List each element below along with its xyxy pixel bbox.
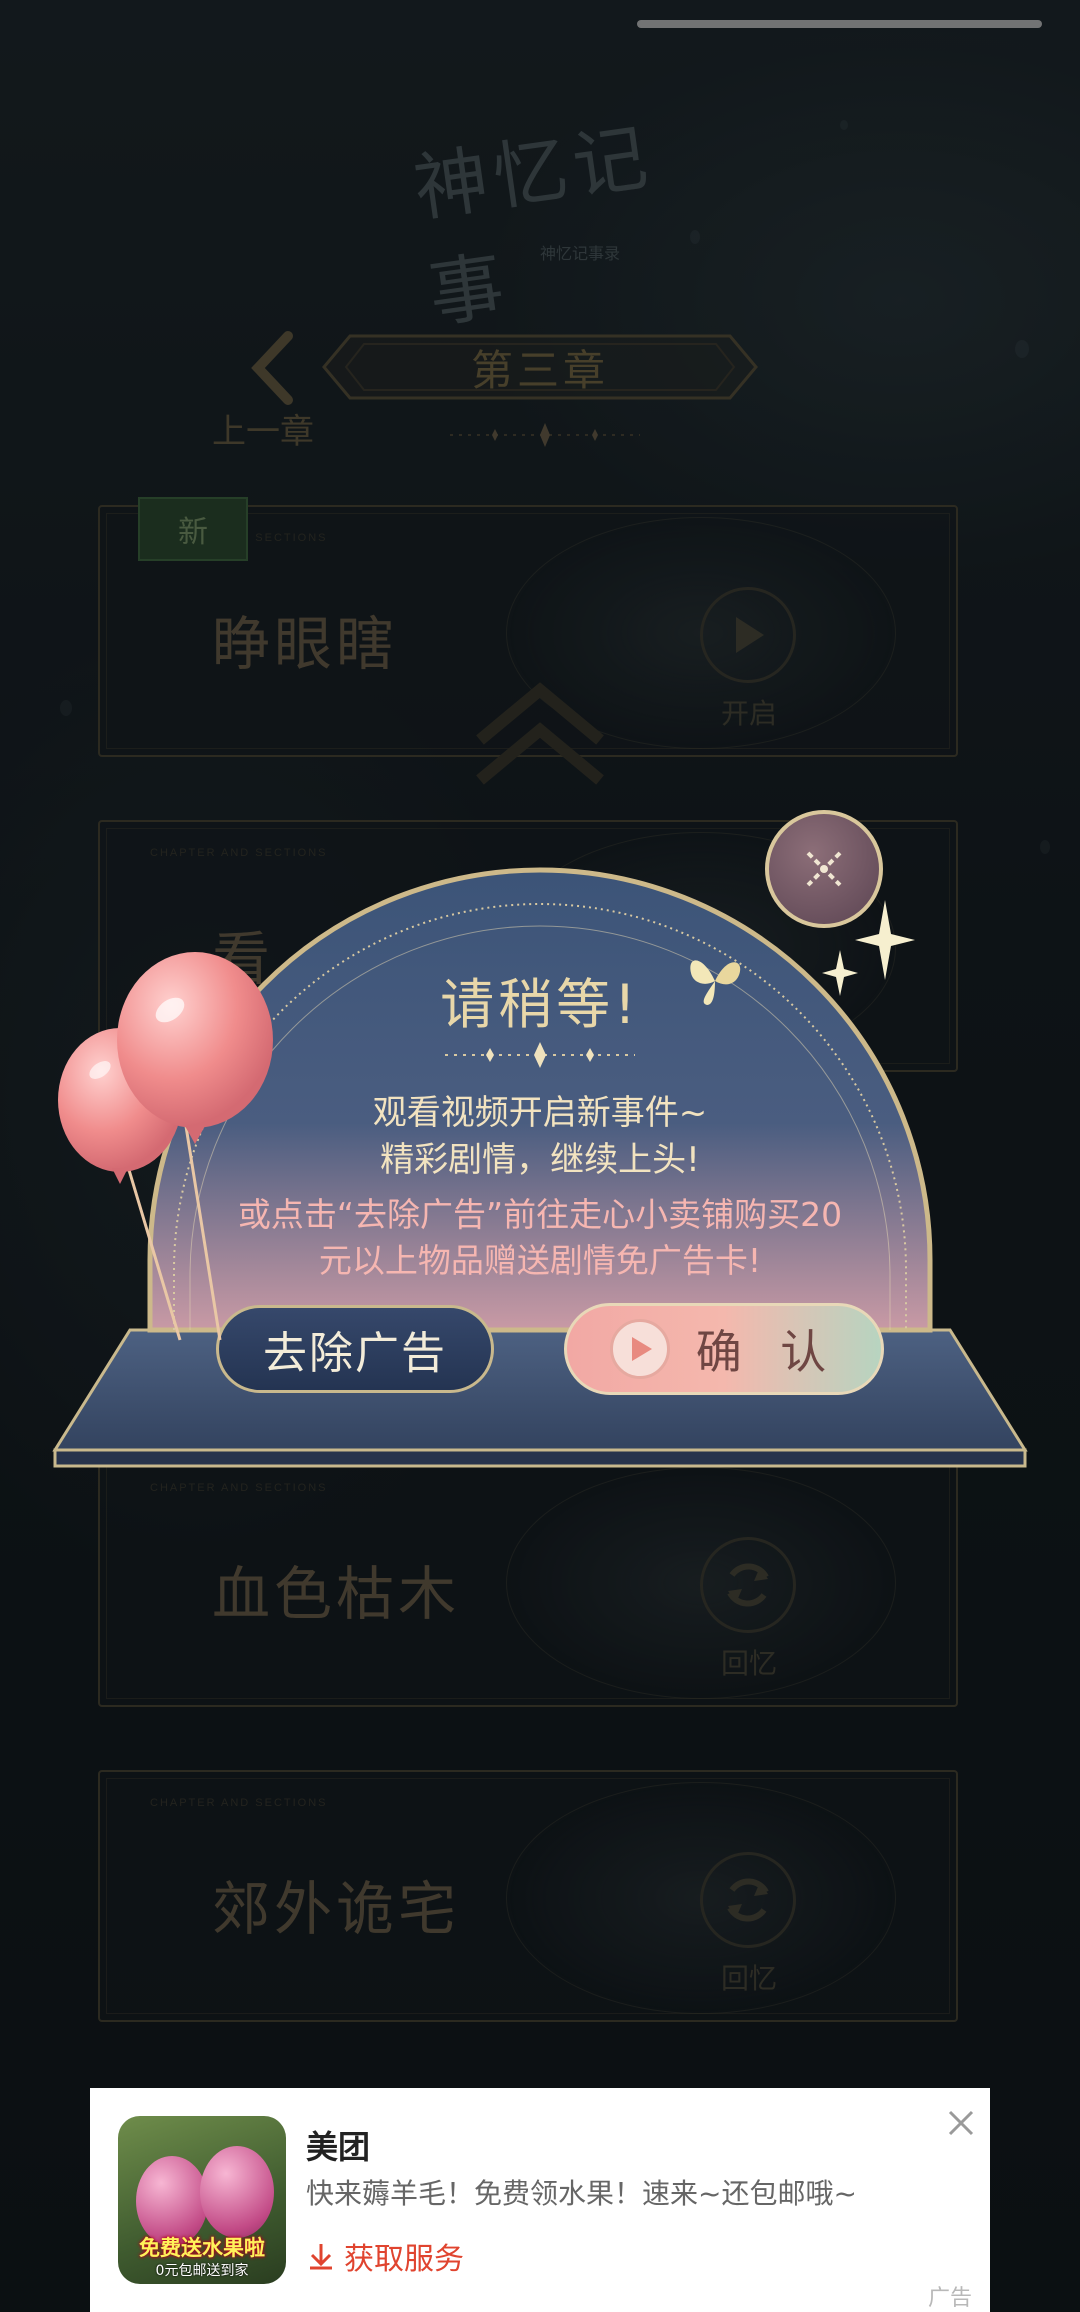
sparkle-icon [822,950,858,996]
ad-banner[interactable]: 免费送水果啦 0元包邮送到家 美团 快来薅羊毛！免费领水果！速来~还包邮哦~ 获… [90,2088,990,2312]
ad-cta-button[interactable]: 获取服务 [306,2234,464,2278]
ad-brand: 美团 [306,2128,371,2166]
download-icon [310,2244,332,2270]
close-icon [806,851,842,887]
divider-ornament [445,1042,635,1068]
ad-thumbnail-subtitle: 0元包邮送到家 [155,2263,249,2279]
ad-description: 快来薅羊毛！免费领水果！速来~还包邮哦~ [306,2177,857,2210]
ad-thumbnail-title: 免费送水果啦 [139,2236,265,2260]
fruit-image [200,2146,274,2238]
balloons-decoration [58,952,273,1341]
play-icon [609,1319,670,1379]
ad-cta-label: 获取服务 [344,2242,464,2277]
ad-thumbnail[interactable]: 免费送水果啦 0元包邮送到家 [118,2116,286,2284]
confirm-label: 确 认 [695,1325,839,1379]
confirm-button[interactable]: 确 认 [564,1303,884,1395]
ad-label: 广告 [928,2286,973,2311]
sparkle-icon [855,900,915,980]
butterfly-icon [690,960,741,1005]
close-icon[interactable] [944,2106,978,2140]
